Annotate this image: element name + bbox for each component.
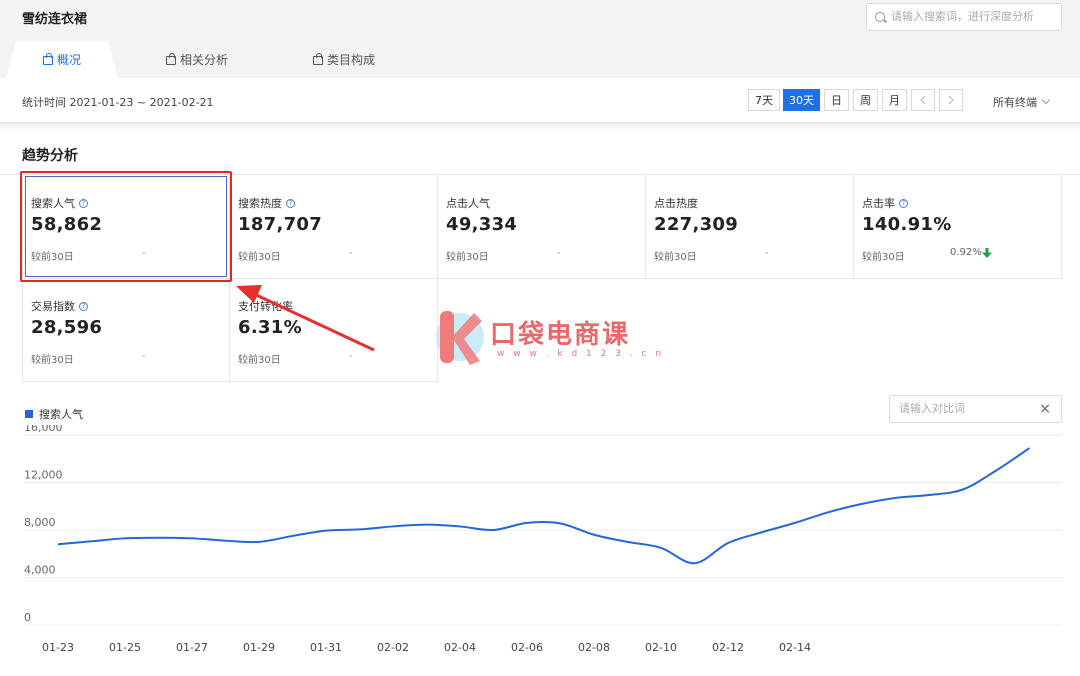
x-tick-label: 01-23 bbox=[42, 641, 74, 654]
x-tick-label: 01-27 bbox=[176, 641, 208, 654]
close-icon[interactable]: × bbox=[1039, 396, 1051, 422]
x-tick-label: 02-12 bbox=[712, 641, 744, 654]
chart-legend[interactable]: 搜索人气 bbox=[25, 406, 83, 422]
y-tick-label: 12,000 bbox=[24, 469, 63, 482]
watermark-logo-icon bbox=[436, 311, 484, 365]
legend-swatch bbox=[25, 410, 33, 418]
x-tick-label: 01-31 bbox=[310, 641, 342, 654]
x-tick-label: 02-04 bbox=[444, 641, 476, 654]
x-tick-label: 01-25 bbox=[109, 641, 141, 654]
y-tick-label: 0 bbox=[24, 611, 31, 624]
y-tick-label: 16,000 bbox=[24, 425, 63, 434]
y-tick-label: 4,000 bbox=[24, 564, 56, 577]
page: 雪纺连衣裙 请输入搜索词，进行深度分析 概况 相关分析 类目构成 统计时间 20… bbox=[0, 0, 1080, 676]
x-tick-label: 02-02 bbox=[377, 641, 409, 654]
legend-label: 搜索人气 bbox=[39, 408, 83, 421]
x-tick-label: 02-08 bbox=[578, 641, 610, 654]
series-line bbox=[57, 447, 1031, 565]
x-tick-label: 02-06 bbox=[511, 641, 543, 654]
compare-placeholder: 请输入对比词 bbox=[899, 402, 965, 415]
x-tick-label: 02-14 bbox=[779, 641, 811, 654]
watermark-url: w w w . k d 1 2 3 . c n bbox=[497, 349, 665, 359]
y-tick-label: 8,000 bbox=[24, 516, 56, 529]
trend-line-chart: 0 4,000 8,000 12,000 16,000 01-23 01-25 01-27 01… bbox=[24, 425, 1062, 654]
compare-input[interactable]: 请输入对比词 × bbox=[889, 395, 1062, 423]
watermark-brand: 口袋电商课 bbox=[490, 320, 631, 350]
x-tick-label: 02-10 bbox=[645, 641, 677, 654]
x-tick-label: 01-29 bbox=[243, 641, 275, 654]
